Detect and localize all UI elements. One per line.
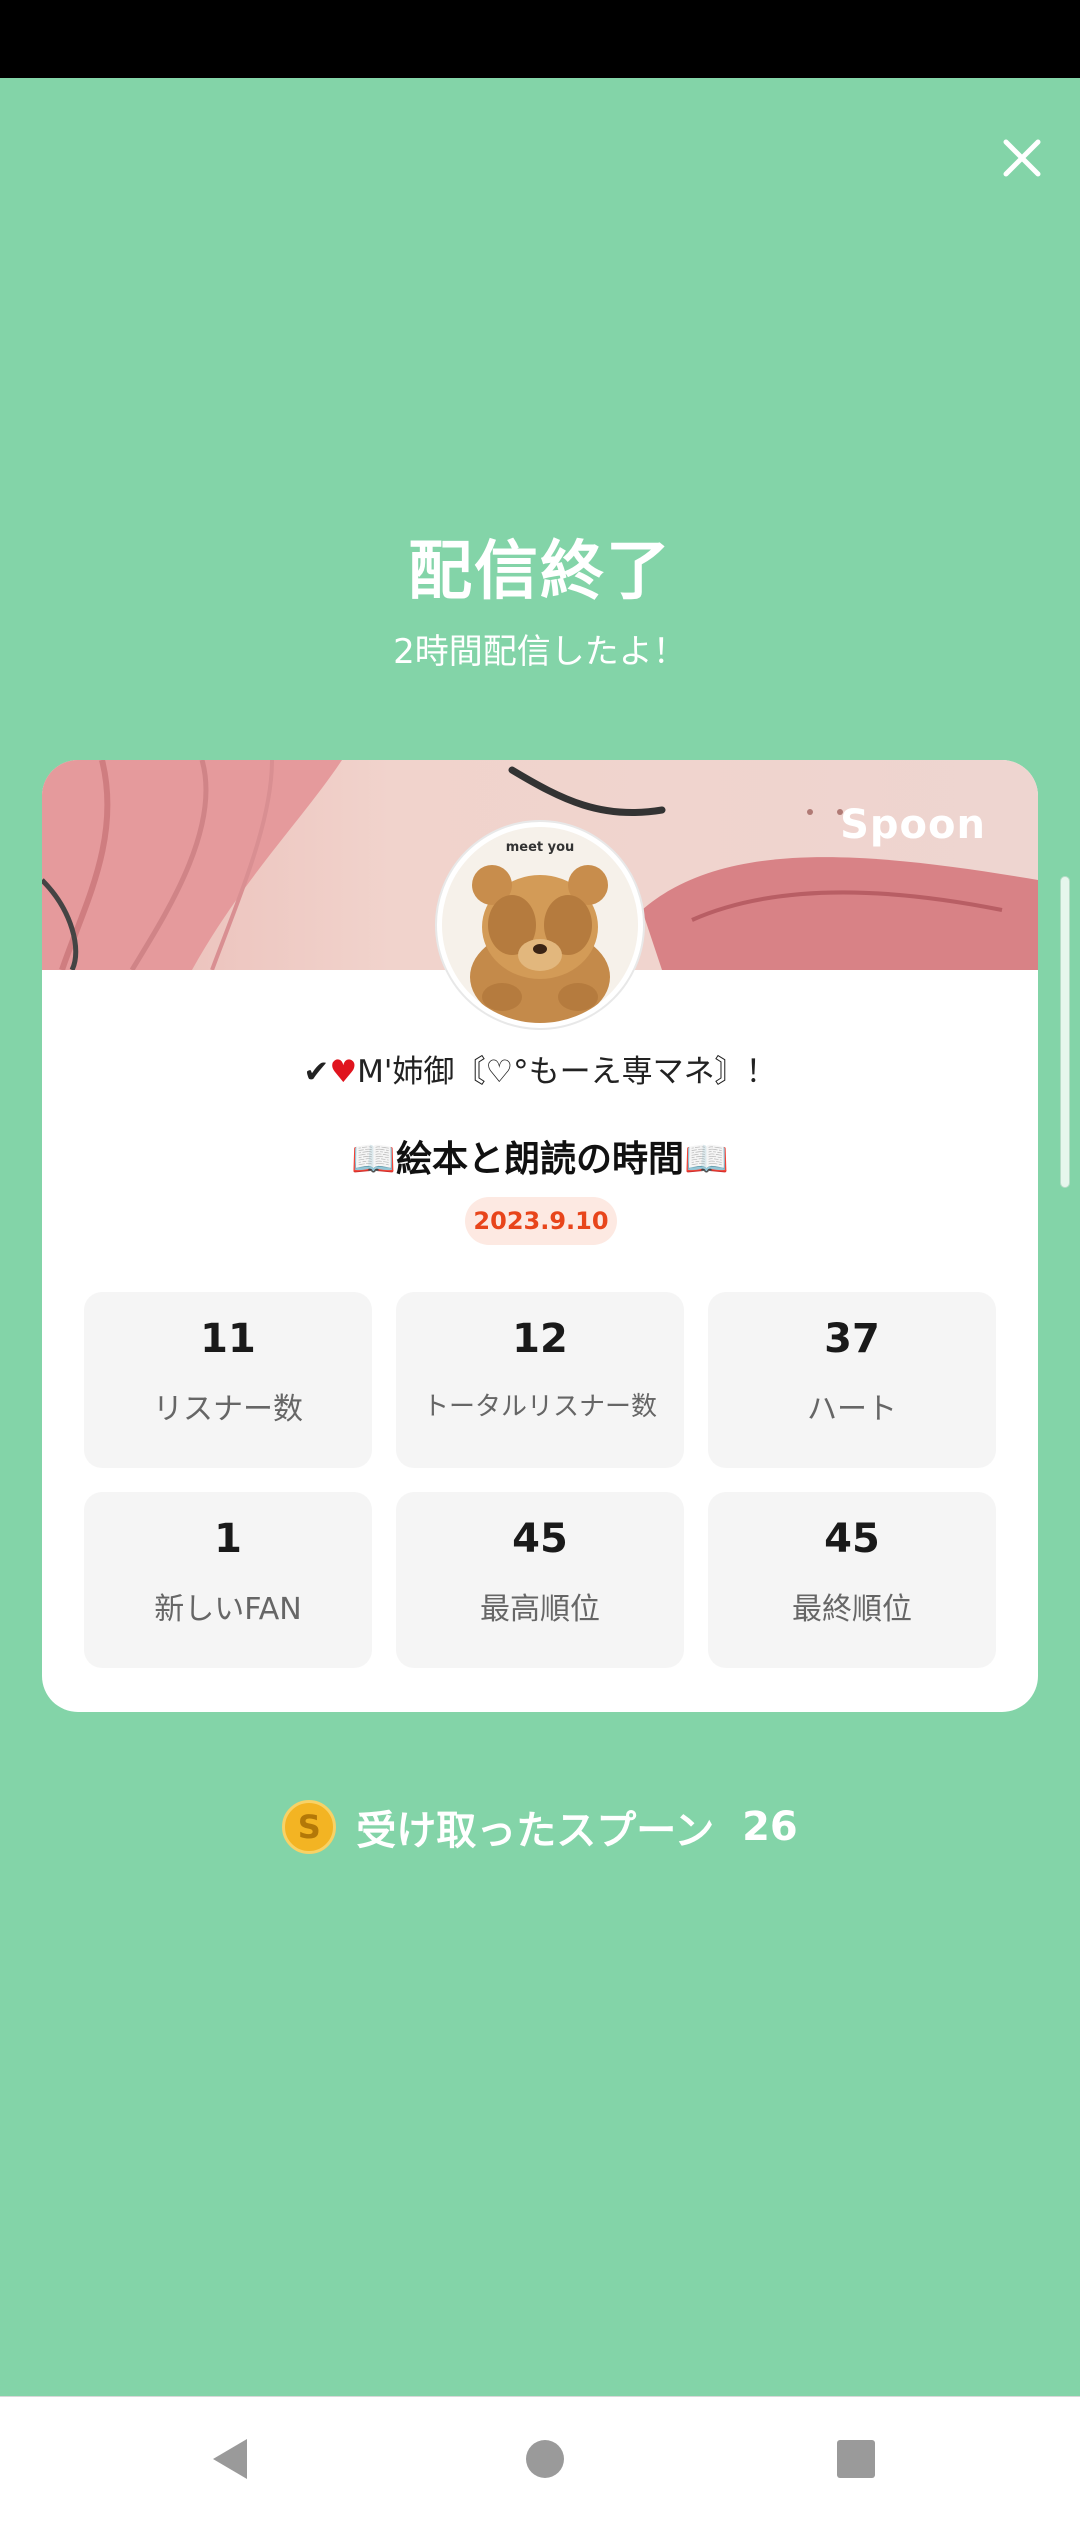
summary-card: Spoon meet you ✔♥M'姉御〘♡°もーえ専マネ〙！ 📖絵本と朗読の… (42, 760, 1038, 1712)
recents-square-icon (837, 2440, 875, 2478)
stat-label: リスナー数 (153, 1392, 303, 1427)
stat-new-fans: 1 新しいFAN (84, 1492, 372, 1668)
avatar: meet you (437, 822, 643, 1028)
check-icon: ✔ (303, 1054, 330, 1090)
stat-value: 11 (200, 1316, 256, 1362)
spoon-coin-icon: S (282, 1800, 337, 1854)
stat-highest-rank: 45 最高順位 (396, 1492, 684, 1668)
heart-icon: ♥ (329, 1054, 358, 1090)
nav-back-button[interactable] (203, 2431, 259, 2487)
stat-label: トータルリスナー数 (422, 1392, 657, 1422)
stat-value: 1 (214, 1516, 242, 1562)
status-bar (0, 0, 1080, 78)
open-book-icon: 📖 (684, 1139, 729, 1180)
stat-listeners: 11 リスナー数 (84, 1292, 372, 1468)
stat-total-listeners: 12 トータルリスナー数 (396, 1292, 684, 1468)
page-title: 配信終了 (408, 535, 672, 609)
broadcast-title: 📖絵本と朗読の時間📖 (351, 1139, 729, 1180)
spoon-logo: Spoon (840, 802, 986, 848)
open-book-icon: 📖 (351, 1139, 396, 1180)
spoons-count: 26 (742, 1804, 798, 1850)
stat-value: 12 (512, 1316, 568, 1362)
stat-value: 45 (824, 1516, 880, 1562)
scrollbar[interactable] (1060, 876, 1070, 1188)
stat-label: 新しいFAN (154, 1592, 302, 1627)
nav-home-button[interactable] (517, 2431, 573, 2487)
stat-label: ハート (807, 1392, 897, 1427)
back-triangle-icon (213, 2439, 247, 2479)
stat-value: 37 (824, 1316, 880, 1362)
system-nav-bar (0, 2396, 1080, 2521)
stat-final-rank: 45 最終順位 (708, 1492, 996, 1668)
nav-recents-button[interactable] (828, 2431, 884, 2487)
stat-label: 最終順位 (792, 1592, 912, 1627)
home-circle-icon (526, 2440, 564, 2478)
close-button[interactable] (992, 128, 1052, 188)
stat-label: 最高順位 (480, 1592, 600, 1627)
stat-hearts: 37 ハート (708, 1292, 996, 1468)
spoons-label: 受け取ったスプーン (356, 1808, 715, 1854)
svg-text:meet you: meet you (506, 840, 575, 855)
close-icon (1003, 139, 1041, 177)
received-spoons: S 受け取ったスプーン 26 (0, 1798, 1080, 1856)
stat-value: 45 (512, 1516, 568, 1562)
streamer-name: ✔♥M'姉御〘♡°もーえ専マネ〙！ (303, 1054, 777, 1090)
date-badge: 2023.9.10 (465, 1197, 617, 1245)
page-subtitle: 2時間配信したよ！ (393, 632, 687, 672)
